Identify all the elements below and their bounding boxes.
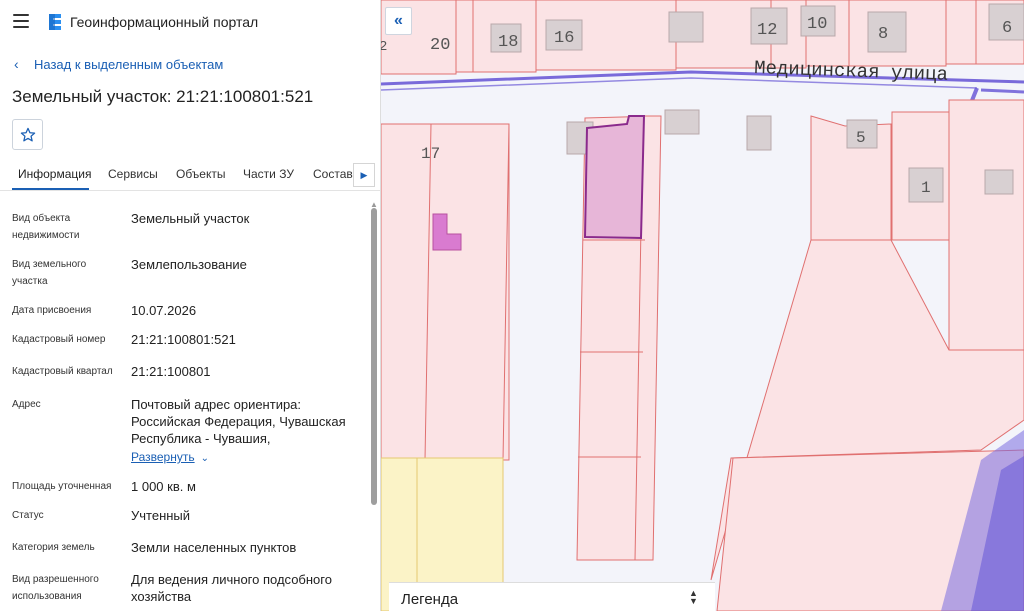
- tab-objects[interactable]: Объекты: [176, 167, 226, 181]
- active-tab-indicator: [12, 188, 89, 190]
- house-number: 20: [430, 36, 450, 55]
- info-panel: Геоинформационный портал ‹ Назад к выделе…: [0, 0, 381, 611]
- building[interactable]: [668, 11, 704, 43]
- info-value: Почтовый адрес ориентира: Российская Фед…: [131, 397, 346, 446]
- chevron-left-icon: ‹: [14, 56, 19, 72]
- top-bar: Геоинформационный портал: [0, 0, 380, 44]
- house-number: 17: [421, 145, 440, 163]
- back-link-label: Назад к выделенным объектам: [34, 57, 224, 72]
- info-label: Вид земельного участка: [12, 259, 87, 287]
- tab-information[interactable]: Информация: [18, 167, 91, 181]
- tab-bar: Информация Сервисы Объекты Части ЗУ Сост…: [0, 162, 380, 191]
- tab-composition[interactable]: Состав: [313, 167, 353, 181]
- scroll-thumb[interactable]: [371, 208, 377, 505]
- sort-arrows-icon: ▲ ▼: [689, 588, 698, 606]
- app-title: Геоинформационный портал: [70, 14, 259, 30]
- info-label: Кадастровый номер: [12, 334, 106, 345]
- house-number: 2: [381, 39, 387, 55]
- house-number: 1: [921, 179, 931, 197]
- cadastral-map[interactable]: 2 20 18 16 12 10 8 6 17 5 1 Медицинская …: [381, 0, 1024, 611]
- house-number: 10: [807, 15, 827, 34]
- info-value: 10.07.2026: [131, 303, 197, 318]
- info-label: Площадь уточненная: [12, 481, 112, 492]
- info-label: Вид объекта недвижимости: [12, 213, 80, 241]
- info-value: Земли населенных пунктов: [131, 540, 297, 555]
- map-canvas[interactable]: 2 20 18 16 12 10 8 6 17 5 1 Медицинская …: [381, 0, 1024, 611]
- house-number: 6: [1002, 19, 1012, 38]
- house-number: 12: [757, 21, 777, 40]
- info-value: Учтенный: [131, 508, 191, 523]
- portal-logo-icon: [49, 14, 61, 30]
- parcel[interactable]: [948, 99, 1024, 351]
- info-value: 21:21:100801:521: [131, 332, 236, 347]
- info-value: Землепользование: [131, 257, 247, 272]
- tab-services[interactable]: Сервисы: [108, 167, 158, 181]
- tab-parcel-parts[interactable]: Части ЗУ: [243, 167, 294, 181]
- expand-label: Развернуть: [131, 450, 195, 464]
- caret-right-icon: ▶: [360, 169, 368, 180]
- legend-label: Легенда: [401, 591, 459, 608]
- page-title: Земельный участок: 21:21:100801:521: [12, 87, 314, 106]
- info-list: Вид объекта недвижимости Земельный участ…: [0, 200, 368, 611]
- house-number: 18: [498, 33, 518, 52]
- info-label: Адрес: [12, 399, 41, 410]
- building[interactable]: [984, 169, 1014, 195]
- info-value: Земельный участок: [131, 211, 250, 226]
- collapse-panel-button[interactable]: «: [385, 7, 412, 35]
- house-number: 5: [856, 129, 866, 147]
- house-number: 8: [878, 25, 888, 44]
- star-icon: [20, 127, 35, 141]
- info-label: Дата присвоения: [12, 305, 92, 316]
- selected-parcel[interactable]: [583, 115, 646, 240]
- house-number: 16: [554, 29, 574, 48]
- chevron-down-icon: ⌄: [200, 453, 209, 464]
- double-chevron-left-icon: «: [394, 12, 403, 29]
- info-value: Для ведения личного подсобного хозяйства: [131, 572, 332, 604]
- tabs-next-button[interactable]: ▶: [353, 163, 375, 187]
- info-label: Вид разрешенного использования: [12, 574, 99, 602]
- legend-dropdown[interactable]: Легенда ▲ ▼: [389, 582, 715, 611]
- favorite-button[interactable]: [12, 119, 43, 150]
- info-label: Кадастровый квартал: [12, 366, 113, 377]
- info-label: Статус: [12, 510, 44, 521]
- info-value: 21:21:100801: [131, 364, 211, 379]
- building[interactable]: [664, 109, 700, 135]
- info-scrollbar[interactable]: ▲: [369, 200, 379, 611]
- info-value: 1 000 кв. м: [131, 479, 196, 494]
- menu-icon[interactable]: [13, 14, 29, 28]
- back-to-selected-link[interactable]: ‹ Назад к выделенным объектам: [14, 56, 223, 72]
- parcel[interactable]: [424, 123, 510, 461]
- info-label: Категория земель: [12, 542, 95, 553]
- address-expand-link[interactable]: Развернуть ⌄: [131, 448, 361, 467]
- building[interactable]: [746, 115, 772, 151]
